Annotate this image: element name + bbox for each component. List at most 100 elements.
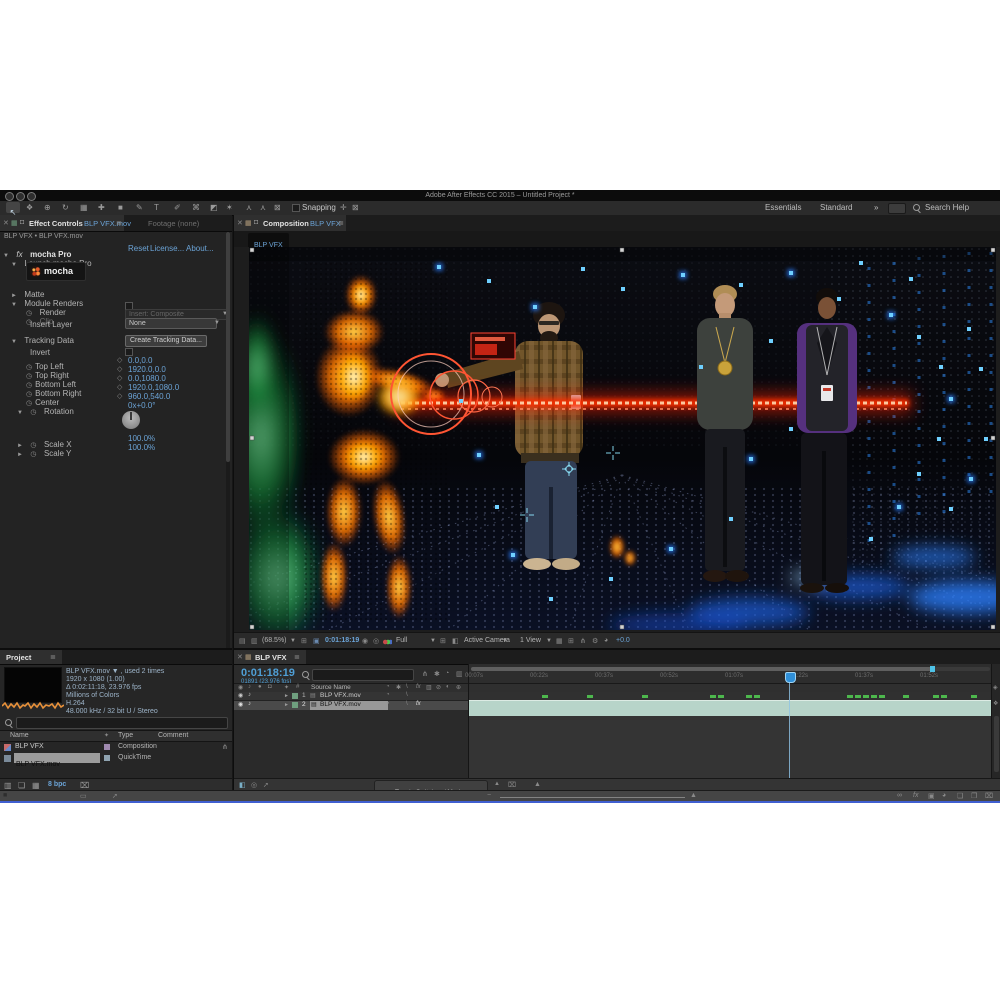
frame-blend-icon[interactable]: ▥: [456, 670, 463, 678]
quality-toggle[interactable]: \: [406, 701, 408, 707]
tool-type[interactable]: T: [154, 203, 159, 212]
tab-effect-controls[interactable]: Effect Controls: [29, 219, 83, 228]
playhead-marker[interactable]: [785, 672, 796, 683]
fx-toggle[interactable]: fx: [416, 701, 421, 707]
workspace-essentials[interactable]: Essentials: [765, 203, 801, 212]
new-folder-icon[interactable]: ❏: [18, 781, 25, 790]
tool-roto-brush[interactable]: ◩: [210, 203, 218, 212]
workspace-overflow[interactable]: »: [874, 203, 878, 212]
comp-mini-flowchart-icon[interactable]: ⋔: [422, 670, 428, 678]
magnification-icon[interactable]: ▥: [251, 637, 258, 645]
frame-blend-switch-icon[interactable]: ▥: [426, 684, 432, 691]
tab-composition-target[interactable]: BLP VFX: [310, 219, 341, 228]
license-link[interactable]: License...: [150, 244, 184, 253]
layer-2-bar[interactable]: [469, 700, 992, 717]
stopwatch-icon[interactable]: ◷: [30, 451, 36, 458]
panel-menu-icon[interactable]: ≣: [338, 219, 344, 227]
share-icon[interactable]: ➚: [112, 792, 118, 800]
tracking-data-disclosure[interactable]: ▼: [11, 339, 17, 345]
lock-column-icon[interactable]: ◘: [268, 684, 272, 690]
audio-column-icon[interactable]: ♪: [248, 684, 251, 690]
keyboard-shortcuts-icon[interactable]: ▭: [80, 792, 87, 800]
zoom-level[interactable]: (68.5%): [262, 637, 287, 644]
shy-switch-icon[interactable]: ◔: [386, 684, 390, 690]
exposure-reset-icon[interactable]: ◕: [604, 637, 608, 644]
effect-disclosure[interactable]: ▼: [3, 253, 9, 259]
param-value[interactable]: 1920.0,1080.0: [128, 383, 179, 392]
col-comment[interactable]: Comment: [158, 732, 188, 739]
tool-hand[interactable]: ❖: [26, 203, 33, 212]
snap-options-icon[interactable]: ✛: [340, 203, 347, 212]
interpret-footage-icon[interactable]: ▥: [4, 781, 12, 790]
tool-selection[interactable]: ↖: [6, 202, 20, 213]
close-icon[interactable]: ✕: [3, 219, 9, 227]
panel-menu-icon[interactable]: ≣: [116, 219, 122, 227]
tool-puppet-pin[interactable]: ✶: [226, 203, 233, 212]
playhead-line[interactable]: [789, 680, 790, 778]
keyframe-diamond-icon[interactable]: ◇: [117, 392, 122, 400]
project-search-icon[interactable]: [5, 719, 12, 726]
snap-grid-icon[interactable]: ⊠: [352, 203, 359, 212]
roi-icon[interactable]: ⊞: [301, 637, 307, 645]
shy-toggle[interactable]: ◔: [386, 692, 390, 698]
new-item-icon[interactable]: ❐: [971, 792, 977, 800]
fx-icon[interactable]: fx: [913, 792, 918, 799]
link-icon[interactable]: ∞: [897, 792, 902, 799]
zoom-mountain-icon[interactable]: ▲: [534, 781, 541, 788]
view-layout-select[interactable]: 1 View: [520, 637, 541, 644]
eye-toggle[interactable]: ◉: [238, 692, 243, 699]
threed-switch-icon[interactable]: ⊕: [456, 684, 461, 691]
work-area-bar[interactable]: [471, 667, 934, 671]
tab-timeline-comp[interactable]: BLP VFX: [255, 653, 287, 662]
keyframe-diamond-icon[interactable]: ◇: [117, 365, 122, 373]
label-column-icon[interactable]: ✦: [284, 684, 289, 691]
rotation-disclosure[interactable]: ▼: [17, 410, 23, 416]
layer-expander[interactable]: ►: [284, 693, 289, 699]
eye-column-icon[interactable]: ◉: [238, 684, 243, 691]
timeline-search-icon[interactable]: [302, 671, 309, 678]
timeline-timecode[interactable]: 0:01:18:19: [241, 667, 295, 679]
trash-icon[interactable]: ⌧: [80, 781, 89, 790]
item-name-selected[interactable]: BLP VFX.mov: [14, 753, 100, 763]
lock-icon[interactable]: ◘: [254, 219, 258, 226]
timeline-scrollbar[interactable]: [994, 716, 999, 772]
time-ruler-area[interactable]: 00:07s 00:22s 00:37s 00:52s 01:07s 01:22…: [468, 664, 992, 778]
trash-icon[interactable]: ⌧: [985, 792, 993, 800]
keyframe-diamond-icon[interactable]: ◇: [117, 374, 122, 382]
invert-checkbox[interactable]: [125, 348, 133, 356]
layer-label-chip[interactable]: [292, 702, 298, 708]
source-name-column[interactable]: Source Name: [311, 684, 351, 691]
param-value[interactable]: 960.0,540.0: [128, 392, 170, 401]
axis-local-icon[interactable]: ⋏: [246, 203, 252, 212]
tool-pan-behind[interactable]: ✚: [98, 203, 105, 212]
solo-column-icon[interactable]: ●: [258, 684, 262, 690]
footage-thumbnail[interactable]: [4, 667, 62, 703]
expand-fx-icon[interactable]: ◎: [251, 781, 257, 789]
scale-y-value[interactable]: 100.0%: [128, 443, 155, 452]
tool-camera[interactable]: ▦: [80, 203, 88, 212]
roi-button-icon[interactable]: ⊞: [440, 637, 446, 645]
search-help-label[interactable]: Search Help: [925, 203, 969, 212]
tool-brush[interactable]: ✐: [174, 203, 181, 212]
marker-bin-icon[interactable]: ◈: [993, 684, 998, 691]
hide-shy-icon[interactable]: ◔: [445, 670, 449, 677]
keyframe-diamond-icon[interactable]: ◇: [117, 356, 122, 364]
create-tracking-data-button[interactable]: Create Tracking Data...: [125, 335, 207, 347]
resolution-select[interactable]: Full: [396, 637, 407, 644]
adjustment-switch-icon[interactable]: ◐: [446, 684, 450, 690]
label-col-icon[interactable]: ✦: [104, 732, 109, 739]
expand-inout-icon[interactable]: ➚: [263, 781, 269, 789]
label-chip[interactable]: [104, 755, 110, 761]
interpret-icon[interactable]: ◕: [942, 792, 946, 799]
reset-link[interactable]: Reset: [128, 244, 149, 253]
about-link[interactable]: About...: [186, 244, 214, 253]
stopwatch-icon[interactable]: ◷: [30, 409, 36, 416]
transparency-grid-icon[interactable]: ◧: [452, 637, 459, 645]
ec-scrollbar[interactable]: [226, 232, 230, 648]
module-renders-disclosure[interactable]: ▼: [11, 302, 17, 308]
insert-layer-dropdown[interactable]: None: [125, 318, 217, 329]
rotation-value[interactable]: 0x+0.0°: [128, 401, 155, 410]
folder-icon[interactable]: ❏: [957, 792, 963, 800]
composition-viewport[interactable]: [234, 247, 1000, 632]
rotation-dial[interactable]: [122, 411, 140, 429]
